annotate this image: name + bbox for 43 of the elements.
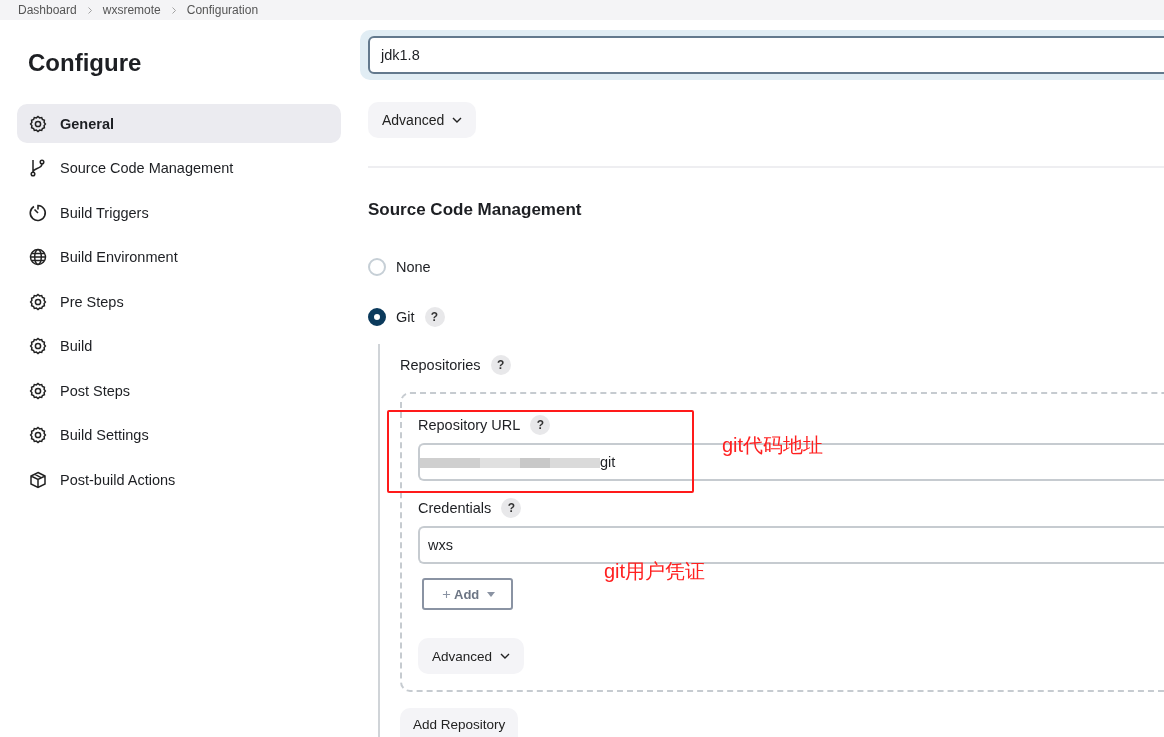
chevron-icon bbox=[86, 5, 93, 15]
breadcrumb-link[interactable]: Configuration bbox=[186, 3, 259, 17]
jdk-field[interactable]: jdk1.8 bbox=[360, 30, 1164, 80]
breadcrumb-link[interactable]: Dashboard bbox=[18, 3, 77, 17]
gear-icon bbox=[28, 425, 48, 445]
advanced-button[interactable]: Advanced bbox=[368, 102, 477, 138]
add-repository-button[interactable]: Add Repository bbox=[400, 708, 519, 737]
help-button[interactable]: ? bbox=[424, 307, 445, 327]
help-button[interactable]: ? bbox=[501, 498, 522, 518]
plus-icon bbox=[442, 589, 451, 599]
section-heading: Source Code Management bbox=[368, 200, 583, 220]
field-label: Repository URL bbox=[418, 417, 521, 433]
field-label: Credentials bbox=[418, 500, 492, 516]
sidebar-item[interactable]: Build Settings bbox=[17, 415, 341, 455]
sidebar-item[interactable]: Build Triggers bbox=[17, 193, 341, 232]
radio-label[interactable]: None bbox=[396, 259, 431, 275]
gear-icon bbox=[28, 113, 48, 134]
radio-button[interactable] bbox=[368, 308, 386, 326]
box-icon bbox=[28, 469, 48, 490]
sidebar-item[interactable]: General bbox=[17, 104, 341, 143]
add-button[interactable]: Add bbox=[422, 578, 514, 610]
gear-icon bbox=[28, 336, 48, 356]
gear-icon bbox=[28, 291, 48, 312]
help-button[interactable]: ? bbox=[490, 355, 511, 375]
sidebar-item[interactable]: Post-build Actions bbox=[17, 460, 341, 499]
radio-label[interactable]: Git bbox=[396, 309, 415, 325]
sidebar-item[interactable]: Build Environment bbox=[17, 237, 341, 277]
sidebar-item[interactable]: Build bbox=[17, 326, 341, 366]
sidebar-item[interactable]: Pre Steps bbox=[17, 282, 341, 321]
sidebar-item[interactable]: Post Steps bbox=[17, 371, 341, 410]
globe-icon bbox=[28, 247, 48, 267]
help-button[interactable]: ? bbox=[530, 415, 551, 435]
sidebar-item[interactable]: Source Code Management bbox=[17, 148, 341, 188]
chevron-down-icon bbox=[500, 653, 511, 659]
field-label: Repositories bbox=[400, 357, 481, 373]
chevron-icon bbox=[170, 5, 177, 15]
chevron-down-icon bbox=[452, 117, 463, 123]
advanced-button[interactable]: Advanced bbox=[418, 638, 525, 674]
caret-icon bbox=[487, 591, 496, 597]
timer-icon bbox=[28, 202, 48, 223]
page-title: Configure bbox=[28, 49, 143, 77]
gear-icon bbox=[28, 380, 48, 401]
breadcrumb-link[interactable]: wxsremote bbox=[102, 3, 161, 17]
